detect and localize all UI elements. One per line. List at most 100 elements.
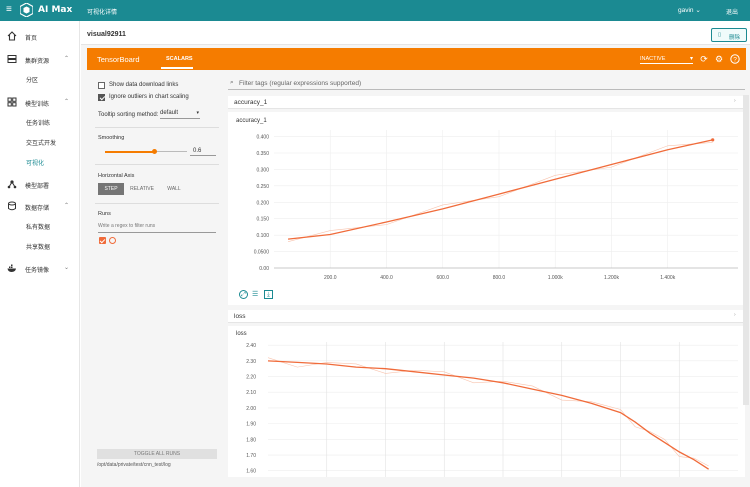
chevron-up-icon: ⌃ (64, 56, 70, 62)
series-line (287, 139, 713, 240)
chevron-up-icon: ⌃ (64, 203, 70, 209)
menu-icon[interactable]: ≡ (6, 5, 12, 15)
sidebar-item-label: 集群资源 (25, 59, 50, 65)
home-icon (7, 31, 17, 41)
y-tick-label: 1.90 (246, 422, 256, 428)
sidebar-item-label: 任务镜像 (25, 268, 50, 274)
sidebar-sub-private-data[interactable]: 私有数据 (26, 222, 50, 231)
x-tick-label: 1.000k (548, 275, 564, 281)
x-tick-label: 200.0 (324, 275, 337, 281)
expand-icon[interactable]: › (734, 98, 736, 104)
user-menu[interactable]: gavin ⌄ (678, 6, 701, 14)
sidebar-item-storage[interactable]: 数据存储 ⌃ (0, 200, 80, 214)
y-tick-label: 2.30 (246, 359, 256, 365)
run-color-swatch[interactable] (109, 237, 116, 244)
chart-title: accuracy_1 (236, 118, 267, 124)
sidebar-sub-partition[interactable]: 分区 (26, 75, 38, 84)
expand-icon[interactable]: › (734, 312, 736, 318)
sidebar-sub-visual[interactable]: 可视化 (26, 158, 44, 167)
accuracy-chart[interactable]: 0.00 0.0500 0.100 0.150 0.200 0.250 0.300 0.350… (228, 126, 745, 288)
scrollbar[interactable] (743, 95, 749, 405)
divider (95, 127, 219, 128)
x-tick-label: 600.0 (436, 275, 449, 281)
y-tick-label: 1.80 (246, 437, 256, 443)
page-title: visual92911 (87, 31, 126, 38)
delete-button[interactable]: ▯ 删除 (711, 28, 747, 42)
data-point (711, 138, 715, 142)
section-title: accuracy_1 (234, 99, 268, 106)
download-icon[interactable]: ⤓ (264, 290, 273, 299)
svg-text:?: ? (733, 56, 737, 63)
sidebar-sub-shared-data[interactable]: 共享数据 (26, 242, 50, 251)
sidebar (0, 21, 80, 487)
axis-relative-button[interactable]: RELATIVE (126, 183, 158, 195)
y-tick-label: 0.150 (256, 217, 269, 223)
smoothing-slider-fill (105, 151, 155, 153)
section-header-loss[interactable]: loss › (228, 310, 745, 323)
dropdown-arrow-icon: ▾ (689, 56, 693, 62)
user-name: gavin (678, 7, 694, 14)
tooltip-select[interactable]: default ▾ (160, 110, 200, 119)
smoothing-slider-thumb[interactable] (151, 149, 157, 154)
y-tick-label: 2.10 (246, 390, 256, 396)
runs-filter-input[interactable]: Write a regex to filter runs (98, 223, 216, 233)
status-value: INACTIVE (640, 56, 666, 62)
fit-domain-icon[interactable]: ⤢ (239, 290, 248, 299)
show-download-label: Show data download links (109, 82, 179, 88)
sidebar-item-label: 模型训练 (25, 102, 50, 108)
sidebar-item-training[interactable]: 模型训练 ⌃ (0, 96, 80, 110)
log-directory: /opt/data/private/test/cnn_test/log (97, 462, 171, 468)
sidebar-item-deploy[interactable]: 模型部署 (0, 178, 80, 192)
x-tick-label: 400.0 (380, 275, 393, 281)
y-tick-label: 0.350 (256, 151, 269, 157)
visual-header (81, 21, 750, 45)
tab-scalars[interactable]: SCALARS (166, 56, 193, 62)
sidebar-item-label: 数据存储 (25, 206, 50, 212)
y-tick-label: 0.0500 (254, 250, 270, 256)
divider (95, 203, 219, 204)
settings-icon[interactable]: ⚙ (714, 54, 724, 64)
sidebar-item-label: 模型部署 (25, 184, 50, 190)
y-tick-label: 0.200 (256, 200, 269, 206)
sidebar-item-home[interactable]: 首页 (0, 30, 80, 44)
y-tick-label: 2.00 (246, 406, 256, 412)
chevron-down-icon: ⌄ (695, 7, 701, 14)
help-icon[interactable]: ? (730, 54, 740, 64)
y-tick-label: 0.100 (256, 233, 269, 239)
toggle-all-runs-button[interactable]: TOGGLE ALL RUNS (97, 449, 217, 459)
divider (95, 164, 219, 165)
y-tick-label: 0.00 (259, 266, 269, 272)
logout-link[interactable]: 退出 (726, 7, 738, 16)
chart-title: loss (236, 331, 247, 337)
smoothing-label: Smoothing (98, 135, 125, 141)
show-download-checkbox[interactable] (98, 82, 105, 89)
raw-series-line (287, 142, 713, 243)
delete-label: 删除 (729, 34, 741, 41)
trash-icon: ▯ (718, 32, 722, 38)
series-line (267, 360, 709, 470)
y-tick-label: 2.40 (246, 343, 256, 349)
chart-card-accuracy: accuracy_1 0.00 0.0500 0.100 0.150 0.200 0.25… (228, 112, 745, 305)
axis-wall-button[interactable]: WALL (160, 183, 188, 195)
axis-step-button[interactable]: STEP (98, 183, 124, 195)
y-tick-label: 0.250 (256, 184, 269, 190)
run-checkbox[interactable] (99, 237, 106, 244)
ignore-outliers-checkbox[interactable] (98, 94, 105, 101)
search-icon: ⌕ (230, 79, 234, 86)
log-scale-icon[interactable]: ☰ (252, 290, 261, 299)
settings-pane (87, 72, 222, 476)
x-tick-label: 1.200k (604, 275, 620, 281)
status-select[interactable]: INACTIVE ▾ (640, 55, 693, 64)
filter-tags-input[interactable]: ⌕ Filter tags (regular expressions suppo… (228, 78, 745, 90)
smoothing-input[interactable]: 0.6 (190, 146, 216, 156)
y-tick-label: 1.60 (246, 469, 256, 475)
sidebar-item-cluster[interactable]: 集群资源 ⌃ (0, 53, 80, 67)
raw-series-line (267, 357, 709, 467)
sidebar-item-images[interactable]: 任务镜像 ⌄ (0, 262, 80, 276)
loss-chart[interactable]: 2.40 2.30 2.20 2.10 2.00 1.90 1.80 1.70 1.60 (228, 340, 745, 477)
section-header-accuracy[interactable]: accuracy_1 › (228, 96, 745, 109)
refresh-icon[interactable]: ⟳ (699, 54, 709, 64)
sidebar-sub-interactive[interactable]: 交互式开发 (26, 138, 56, 147)
sidebar-sub-train-task[interactable]: 任务训练 (26, 118, 50, 127)
horizontal-axis-label: Horizontal Axis (98, 173, 135, 179)
